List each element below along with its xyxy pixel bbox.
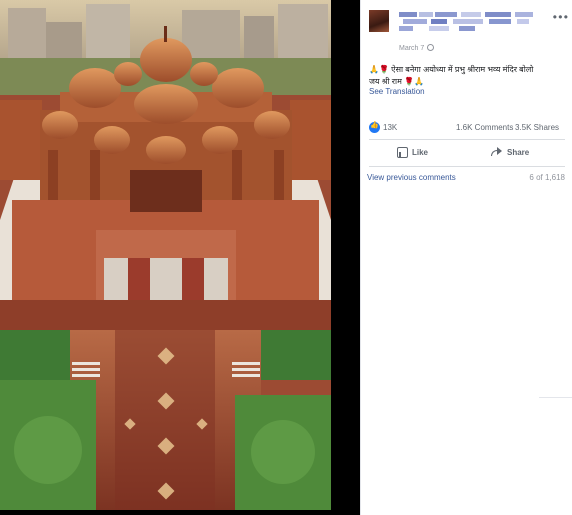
like-count[interactable]: 13K — [383, 123, 397, 132]
divider — [539, 397, 572, 398]
comments-pager: 6 of 1,618 — [529, 173, 565, 182]
post-details-panel: March 7 • • • 🙏🌹 ऐसा बनेगा अयोध्या में प… — [360, 0, 572, 515]
share-button-label: Share — [507, 147, 530, 157]
share-button[interactable]: Share — [491, 147, 529, 157]
folded-hands-icon: 🙏 — [369, 65, 379, 74]
share-icon — [491, 147, 503, 157]
comments-count[interactable]: 1.6K Comments — [456, 123, 513, 132]
like-button-label: Like — [412, 148, 429, 157]
temple-image — [0, 0, 331, 510]
view-previous-comments-link[interactable]: View previous comments — [367, 173, 456, 182]
like-button[interactable]: Like — [397, 147, 428, 158]
rose-icon: 🌹 — [378, 65, 389, 74]
divider — [369, 166, 565, 167]
shares-count[interactable]: 3.5K Shares — [515, 123, 559, 132]
globe-icon — [427, 44, 435, 51]
divider — [369, 139, 565, 140]
more-options-icon[interactable]: • • • — [553, 10, 568, 24]
post-text: 🙏🌹 ऐसा बनेगा अयोध्या में प्रभु श्रीराम भ… — [369, 64, 565, 88]
thumbs-up-icon — [397, 147, 408, 158]
engagement-stats: 13K 1.6K Comments 3.5K Shares — [369, 121, 565, 135]
photo-viewer — [0, 0, 360, 515]
post-date[interactable]: March 7 — [399, 44, 435, 52]
folded-hands-icon: 🙏 — [414, 77, 425, 86]
rose-icon: 🌹 — [404, 77, 415, 86]
post-photo[interactable] — [0, 0, 331, 510]
post-actions: Like Share — [369, 144, 565, 164]
post-header: March 7 • • • — [369, 10, 568, 52]
avatar[interactable] — [369, 10, 389, 32]
post-text-line1: ऐसा बनेगा अयोध्या में प्रभु श्रीराम भव्य… — [391, 65, 534, 74]
author-name-redacted[interactable] — [399, 10, 547, 31]
see-translation-link[interactable]: See Translation — [369, 87, 425, 96]
post-text-line2: जय श्री राम — [369, 77, 402, 86]
like-reaction-icon[interactable] — [369, 121, 380, 133]
